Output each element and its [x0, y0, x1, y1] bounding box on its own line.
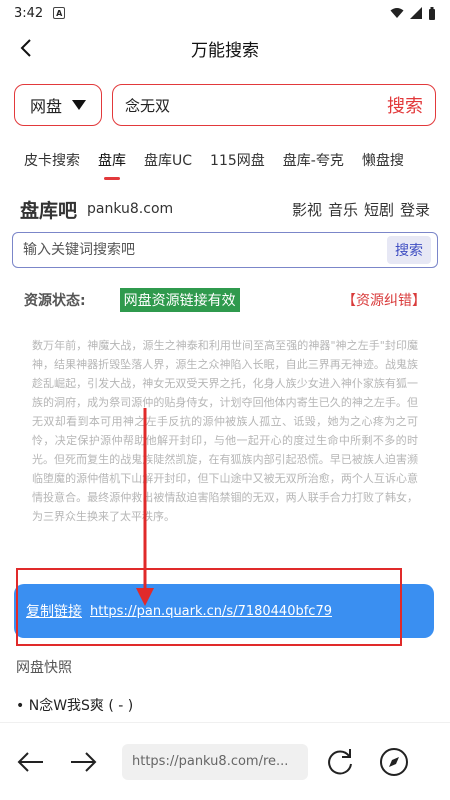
page-title: 万能搜索 [191, 40, 259, 61]
notification-icon: A [53, 7, 66, 19]
site-search-input[interactable] [23, 242, 387, 258]
site-nav-short-drama[interactable]: 短剧 [364, 199, 394, 220]
site-brand[interactable]: 盘库吧 [20, 196, 77, 223]
back-button[interactable] [12, 34, 40, 62]
resource-status-label: 资源状态: [24, 293, 86, 309]
refresh-icon [328, 748, 352, 774]
browser-forward-button[interactable] [66, 744, 102, 780]
tab-panku[interactable]: 盘库 [98, 150, 126, 180]
snapshot-item-text: N念W我S爽 ( - ) [28, 698, 134, 714]
copy-link-button[interactable]: 复制链接 [26, 601, 82, 621]
browser-back-button[interactable] [12, 744, 48, 780]
arrow-right-icon [71, 751, 97, 772]
query-text[interactable]: 念无双 [125, 95, 387, 116]
wifi-icon [390, 8, 404, 18]
browser-url-bar[interactable]: https://panku8.com/re... [122, 743, 308, 780]
snapshot-item[interactable]: • N念W我S爽 ( - ) [16, 695, 133, 715]
site-domain: panku8.com [87, 201, 174, 217]
site-nav: 影视 音乐 短剧 登录 [292, 199, 430, 220]
dropdown-triangle-icon [72, 100, 86, 110]
site-search-bar: 搜索 [12, 232, 438, 268]
compass-icon [380, 747, 408, 776]
site-search-button[interactable]: 搜索 [387, 236, 431, 264]
source-tabs: 皮卡搜索 盘库 盘库UC 115网盘 盘库-夸克 懒盘搜 [0, 150, 450, 180]
signal-icon [410, 7, 422, 19]
tab-pika[interactable]: 皮卡搜索 [24, 150, 80, 180]
status-time: 3:42 [14, 5, 44, 21]
chevron-left-icon [20, 39, 31, 57]
site-nav-video[interactable]: 影视 [292, 199, 322, 220]
tab-panku-uc[interactable]: 盘库UC [144, 150, 192, 180]
site-nav-music[interactable]: 音乐 [328, 199, 358, 220]
tab-panku-quark[interactable]: 盘库-夸克 [283, 150, 344, 180]
resource-description: 数万年前，神魔大战，源生之神泰和利用世间至高至强的神器"神之左手"封印魔神，结果… [32, 339, 418, 523]
browser-toolbar: https://panku8.com/re... [0, 722, 450, 800]
search-row: 网盘 念无双 搜索 [0, 84, 450, 126]
query-field[interactable]: 念无双 搜索 [112, 84, 436, 126]
engine-dropdown[interactable]: 网盘 [14, 84, 102, 126]
site-header: 盘库吧 panku8.com 影视 音乐 短剧 登录 [0, 194, 450, 224]
tab-115[interactable]: 115网盘 [210, 150, 265, 180]
tab-lanpan[interactable]: 懒盘搜 [362, 150, 404, 180]
snapshot-title: 网盘快照 [16, 660, 72, 676]
status-badge: 网盘资源链接有效 [119, 288, 240, 312]
status-bar: 3:42 A [0, 0, 450, 26]
search-button[interactable]: 搜索 [387, 92, 423, 118]
site-nav-login[interactable]: 登录 [400, 199, 430, 220]
compass-button[interactable] [376, 744, 412, 780]
battery-icon [429, 6, 435, 20]
arrow-left-icon [17, 751, 43, 772]
refresh-button[interactable] [322, 744, 358, 780]
engine-label: 网盘 [29, 97, 62, 116]
resource-status-row: 资源状态: 网盘资源链接有效 【资源纠错】 [0, 288, 450, 312]
report-error-link[interactable]: 【资源纠错】 [342, 290, 426, 310]
status-icons [390, 6, 436, 20]
app-header: 万能搜索 [0, 26, 450, 70]
share-link-url[interactable]: https://pan.quark.cn/s/7180440bfc79 [90, 604, 332, 619]
share-link-bar: 复制链接 https://pan.quark.cn/s/7180440bfc79 [14, 584, 434, 638]
